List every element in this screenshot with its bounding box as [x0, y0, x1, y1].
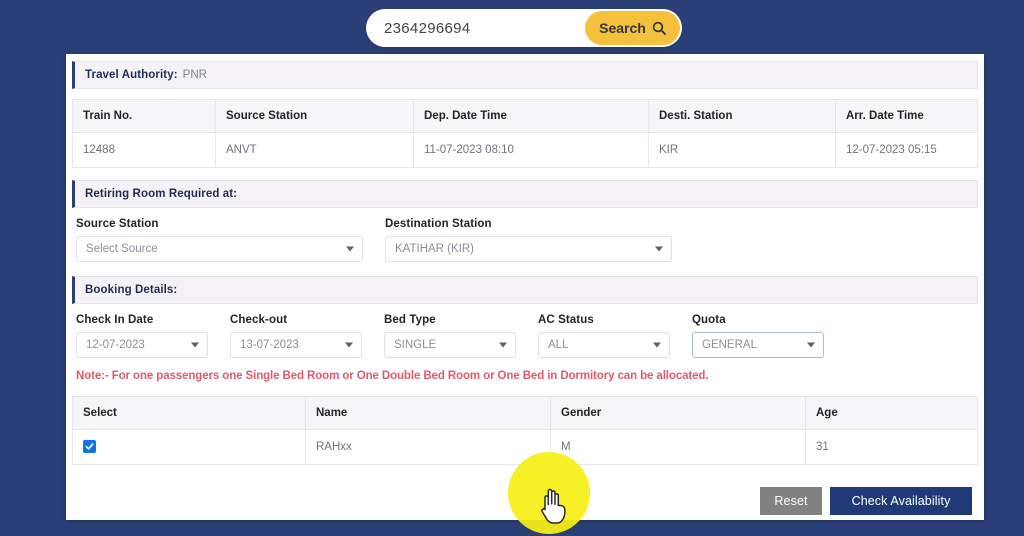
column-header-age: Age: [805, 396, 978, 430]
travel-authority-label: Travel Authority:: [85, 69, 178, 81]
chevron-down-icon: [807, 342, 815, 348]
search-button[interactable]: Search: [585, 11, 680, 45]
bed-type-field: Bed Type SINGLE: [384, 314, 516, 358]
action-buttons: Reset Check Availability: [72, 487, 978, 515]
column-header-train-no: Train No.: [72, 99, 216, 133]
passenger-table-header-row: Select Name Gender Age: [72, 396, 978, 430]
cell-desti-station: KIR: [648, 132, 836, 168]
check-availability-button[interactable]: Check Availability: [830, 487, 972, 515]
search-icon: [652, 21, 666, 35]
quota-label: Quota: [692, 314, 726, 326]
column-header-desti-station: Desti. Station: [648, 99, 836, 133]
cell-train-no: 12488: [72, 132, 216, 168]
booking-details-fields: Check In Date 12-07-2023 Check-out 13-07…: [72, 314, 978, 358]
chevron-down-icon: [345, 342, 353, 348]
cell-arr-date-time: 12-07-2023 05:15: [835, 132, 978, 168]
ac-status-select[interactable]: ALL: [538, 332, 670, 358]
booking-details-label: Booking Details:: [85, 284, 178, 296]
chevron-down-icon: [653, 342, 661, 348]
travel-authority-header: Travel Authority: PNR: [72, 61, 978, 89]
passenger-table: Select Name Gender Age RAHxx M 31: [72, 396, 978, 465]
booking-card: Travel Authority: PNR Train No. Source S…: [66, 54, 984, 520]
check-in-date-field: Check In Date 12-07-2023: [76, 314, 208, 358]
chevron-down-icon: [191, 342, 199, 348]
booking-details-header: Booking Details:: [72, 276, 978, 304]
destination-station-field: Destination Station KATIHAR (KIR): [385, 218, 672, 262]
destination-station-label: Destination Station: [385, 218, 492, 230]
check-out-date-field: Check-out 13-07-2023: [230, 314, 362, 358]
table-row: 12488 ANVT 11-07-2023 08:10 KIR 12-07-20…: [72, 132, 978, 168]
cell-gender: M: [550, 429, 806, 465]
chevron-down-icon: [499, 342, 507, 348]
check-out-date-label: Check-out: [230, 314, 288, 326]
column-header-dep-date-time: Dep. Date Time: [413, 99, 649, 133]
chevron-down-icon: [655, 246, 663, 252]
retiring-room-fields: Source Station Select Source Destination…: [72, 218, 978, 262]
travel-authority-value: PNR: [182, 69, 207, 81]
cell-dep-date-time: 11-07-2023 08:10: [413, 132, 649, 168]
check-in-date-value: 12-07-2023: [86, 339, 145, 351]
quota-value: GENERAL: [702, 339, 757, 351]
check-in-date-label: Check In Date: [76, 314, 154, 326]
pnr-search-bar: Search: [366, 9, 682, 47]
column-header-name: Name: [305, 396, 551, 430]
retiring-room-label: Retiring Room Required at:: [85, 188, 238, 200]
retiring-room-header: Retiring Room Required at:: [72, 180, 978, 208]
column-header-source-station: Source Station: [215, 99, 414, 133]
search-button-label: Search: [599, 20, 646, 36]
table-row: RAHxx M 31: [72, 429, 978, 465]
journey-table-header-row: Train No. Source Station Dep. Date Time …: [72, 99, 978, 133]
bed-type-value: SINGLE: [394, 339, 437, 351]
screen: Search Travel Authority: PNR: [0, 0, 1024, 536]
reset-button[interactable]: Reset: [760, 487, 822, 515]
column-header-select: Select: [72, 396, 306, 430]
source-station-label: Source Station: [76, 218, 159, 230]
quota-select[interactable]: GENERAL: [692, 332, 824, 358]
passenger-select-checkbox[interactable]: [83, 440, 96, 453]
ac-status-label: AC Status: [538, 314, 594, 326]
journey-table: Train No. Source Station Dep. Date Time …: [72, 99, 978, 168]
search-input[interactable]: [366, 18, 585, 38]
check-out-date-value: 13-07-2023: [240, 339, 299, 351]
source-station-value: Select Source: [86, 243, 158, 255]
bed-type-label: Bed Type: [384, 314, 436, 326]
allocation-note: Note:- For one passengers one Single Bed…: [76, 370, 709, 382]
cell-age: 31: [805, 429, 978, 465]
chevron-down-icon: [346, 246, 354, 252]
bed-type-select[interactable]: SINGLE: [384, 332, 516, 358]
check-out-date-select[interactable]: 13-07-2023: [230, 332, 362, 358]
destination-station-value: KATIHAR (KIR): [395, 243, 475, 255]
source-station-select[interactable]: Select Source: [76, 236, 363, 262]
column-header-arr-date-time: Arr. Date Time: [835, 99, 978, 133]
cell-source-station: ANVT: [215, 132, 414, 168]
cell-select: [72, 429, 306, 465]
ac-status-field: AC Status ALL: [538, 314, 670, 358]
check-in-date-select[interactable]: 12-07-2023: [76, 332, 208, 358]
destination-station-select[interactable]: KATIHAR (KIR): [385, 236, 672, 262]
quota-field: Quota GENERAL: [692, 314, 824, 358]
cell-name: RAHxx: [305, 429, 551, 465]
source-station-field: Source Station Select Source: [76, 218, 363, 262]
column-header-gender: Gender: [550, 396, 806, 430]
ac-status-value: ALL: [548, 339, 569, 351]
